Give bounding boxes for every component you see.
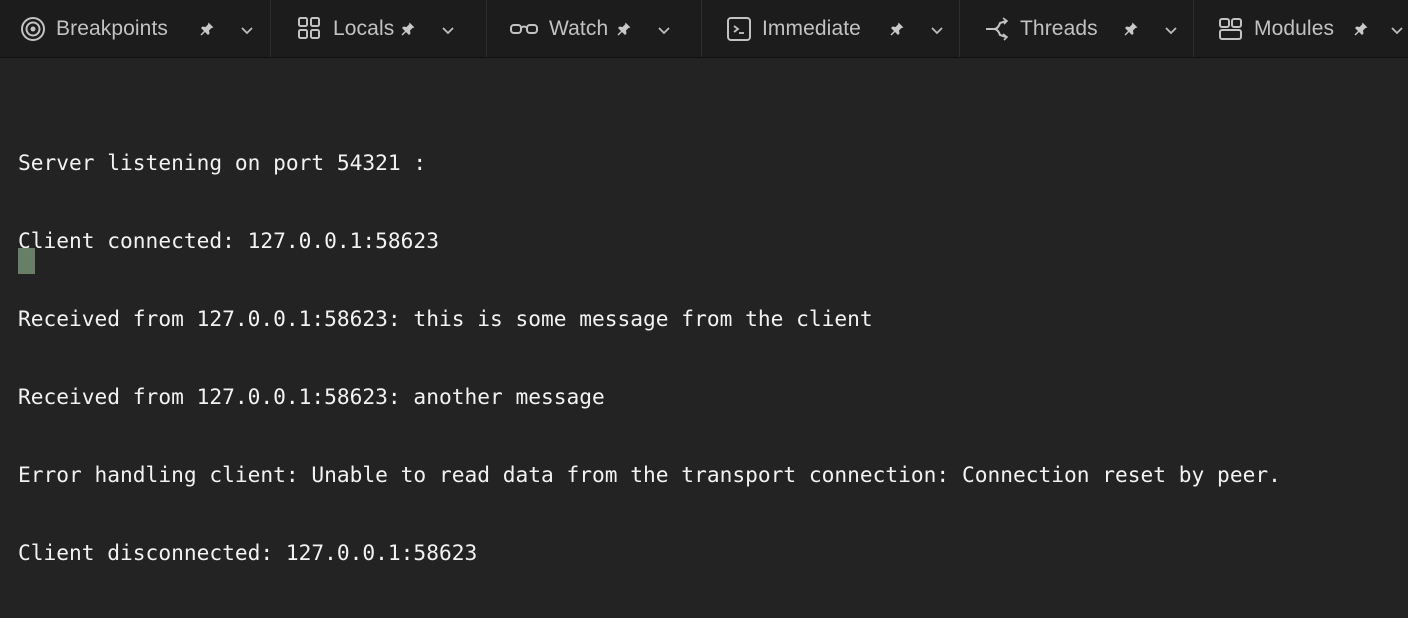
chevron-down-icon[interactable] <box>928 21 946 39</box>
chevron-down-icon[interactable] <box>1388 21 1406 39</box>
console-line: Server listening on port 54321 : <box>18 150 427 175</box>
pin-icon[interactable] <box>1122 20 1140 38</box>
tab-threads[interactable]: Threads <box>960 0 1194 57</box>
tab-watch[interactable]: Watch <box>487 0 702 57</box>
chevron-down-icon[interactable] <box>655 21 673 39</box>
console-output-panel[interactable]: Server listening on port 54321 : Client … <box>0 58 1408 565</box>
chevron-down-icon[interactable] <box>439 21 457 39</box>
tab-locals[interactable]: Locals <box>271 0 487 57</box>
pin-icon[interactable] <box>615 20 633 38</box>
modules-icon <box>1218 16 1244 42</box>
console-line: Received from 127.0.0.1:58623: another m… <box>18 384 605 409</box>
text-cursor[interactable] <box>18 248 35 274</box>
console-line: Error handling client: Unable to read da… <box>18 462 1281 487</box>
chevron-down-icon[interactable] <box>1162 21 1180 39</box>
pin-icon[interactable] <box>888 20 906 38</box>
threads-icon <box>984 16 1010 42</box>
tab-breakpoints[interactable]: Breakpoints <box>0 0 271 57</box>
chevron-down-icon[interactable] <box>238 21 256 39</box>
tab-label-modules: Modules <box>1254 16 1335 40</box>
tab-label-locals: Locals <box>333 16 395 40</box>
watch-glasses-icon <box>509 16 539 42</box>
tab-immediate[interactable]: Immediate <box>702 0 960 57</box>
tab-modules[interactable]: Modules <box>1194 0 1408 57</box>
console-output: Server listening on port 54321 : Client … <box>18 98 1281 618</box>
tab-label-watch: Watch <box>549 16 609 40</box>
immediate-terminal-icon <box>726 16 752 42</box>
debug-tab-bar: Breakpoints Locals Watch Immediate Threa… <box>0 0 1408 58</box>
console-line: Client connected: 127.0.0.1:58623 <box>18 228 439 253</box>
console-line: Client disconnected: 127.0.0.1:58623 <box>18 540 478 565</box>
pin-icon[interactable] <box>198 20 216 38</box>
console-line: Received from 127.0.0.1:58623: this is s… <box>18 306 873 331</box>
pin-icon[interactable] <box>399 20 417 38</box>
tab-label-immediate: Immediate <box>762 16 861 40</box>
breakpoints-icon <box>20 16 46 42</box>
pin-icon[interactable] <box>1352 20 1370 38</box>
tab-label-threads: Threads <box>1020 16 1098 40</box>
locals-grid-icon <box>297 16 323 42</box>
tab-label-breakpoints: Breakpoints <box>56 16 168 40</box>
